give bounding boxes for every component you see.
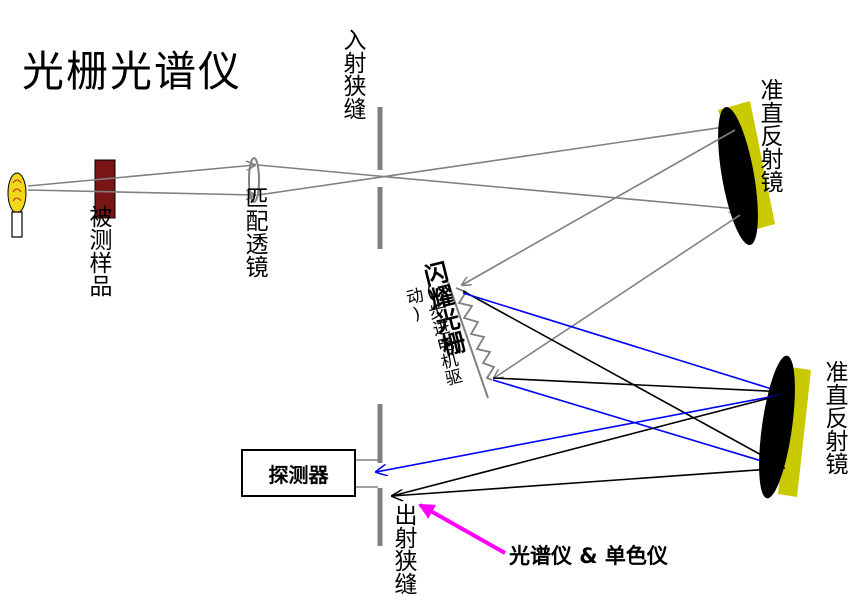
blue-ray: [492, 379, 785, 468]
detector-box: 探测器: [241, 449, 356, 497]
caption-label: 光谱仪 & 单色仪: [509, 544, 668, 568]
gray-ray: [257, 125, 738, 196]
gray-ray: [27, 165, 255, 187]
gray-ray: [257, 164, 738, 209]
gray-ray: [462, 129, 736, 285]
matching-lens-label: 匹配透镜: [241, 186, 267, 278]
exit-slit-label: 出射狭缝: [390, 503, 416, 595]
pointer-arrow: [418, 503, 506, 555]
detector-label: 探测器: [268, 462, 329, 487]
gray-ray: [27, 189, 255, 195]
entrance-slit-label: 入射狭缝: [339, 28, 365, 120]
collimator-bottom-label: 准直反射镜: [821, 360, 847, 475]
sample-label: 被测样品: [85, 205, 111, 297]
gray-ray: [494, 214, 741, 378]
collimator-top-label: 准直反射镜: [756, 78, 782, 193]
black-ray: [392, 467, 786, 496]
page-title: 光栅光谱仪: [22, 47, 243, 96]
light-bulb-icon: [7, 172, 27, 238]
